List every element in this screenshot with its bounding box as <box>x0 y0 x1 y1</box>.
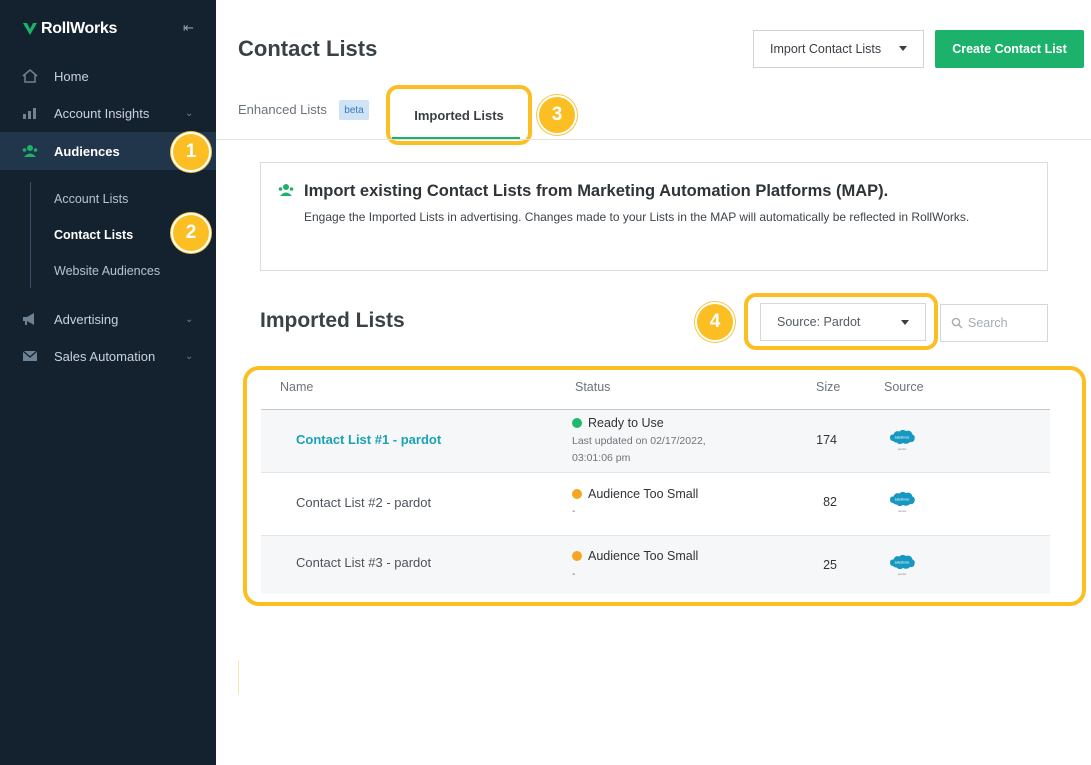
contact-list-link[interactable]: Contact List #1 - pardot <box>296 432 441 447</box>
import-label: Import Contact Lists <box>770 42 882 56</box>
source-dropdown[interactable]: Source: Pardot <box>760 303 926 341</box>
svg-text:pardot: pardot <box>898 447 907 451</box>
sidebar-subitem-website-audiences[interactable]: Website Audiences <box>54 264 160 278</box>
section-title: Imported Lists <box>260 309 405 332</box>
caret-down-icon <box>901 320 909 325</box>
sidebar-item-sales-automation[interactable]: Sales Automation ⌄ <box>0 337 216 375</box>
decorative-line <box>238 660 239 694</box>
logo-text: RollWorks <box>41 20 118 37</box>
import-contact-lists-button[interactable]: Import Contact Lists <box>753 30 924 68</box>
app: RollWorks ⇤ Home Account Insights ⌄ Audi… <box>0 0 1091 765</box>
beta-badge: beta <box>339 100 369 120</box>
callout-badge-2: 2 <box>171 213 211 253</box>
tabs-divider <box>216 139 1091 140</box>
status-text: Ready to Use <box>588 416 664 430</box>
sidebar-item-account-insights[interactable]: Account Insights ⌄ <box>0 94 216 132</box>
search-input[interactable]: Search <box>940 304 1048 342</box>
table-row[interactable]: Contact List #3 - pardot Audience Too Sm… <box>261 536 1050 594</box>
sidebar-item-label: Sales Automation <box>54 348 156 364</box>
status-badge: Audience Too Small <box>572 549 698 563</box>
callout-badge-4: 4 <box>695 302 735 342</box>
svg-text:salesforce: salesforce <box>895 561 910 565</box>
contact-list-name[interactable]: Contact List #2 - pardot <box>296 495 431 510</box>
sidebar-item-label: Home <box>54 68 89 84</box>
salesforce-pardot-icon: salesforce pardot <box>890 554 915 576</box>
megaphone-icon <box>22 312 38 326</box>
table-row[interactable]: Contact List #2 - pardot Audience Too Sm… <box>261 473 1050 535</box>
info-body: Engage the Imported Lists in advertising… <box>304 210 970 224</box>
info-heading: Import existing Contact Lists from Marke… <box>304 182 889 200</box>
svg-text:salesforce: salesforce <box>895 498 910 502</box>
sidebar: RollWorks ⇤ Home Account Insights ⌄ Audi… <box>0 0 216 765</box>
sidebar-subitem-account-lists[interactable]: Account Lists <box>54 192 128 206</box>
status-badge: Ready to Use <box>572 416 664 430</box>
rollworks-logo[interactable]: RollWorks <box>22 20 117 38</box>
info-banner: Import existing Contact Lists from Marke… <box>260 162 1048 271</box>
svg-text:salesforce: salesforce <box>895 436 910 440</box>
status-text: Audience Too Small <box>588 487 699 501</box>
status-dot-warning <box>572 489 582 499</box>
audiences-icon <box>22 144 38 158</box>
callout-badge-3: 3 <box>537 95 577 135</box>
audiences-icon <box>278 184 294 196</box>
tab-enhanced-lists[interactable]: Enhanced Lists <box>238 102 327 117</box>
status-dot-ready <box>572 418 582 428</box>
list-size: 25 <box>823 558 837 572</box>
callout-badge-1: 1 <box>171 132 211 172</box>
table-row[interactable]: Contact List #1 - pardot Ready to Use La… <box>261 410 1050 472</box>
mail-icon <box>22 349 38 363</box>
collapse-left-icon[interactable]: ⇤ <box>183 20 194 36</box>
salesforce-pardot-icon: salesforce pardot <box>890 429 915 451</box>
home-icon <box>22 69 38 83</box>
last-updated-time: 03:01:06 pm <box>572 452 631 464</box>
svg-text:pardot: pardot <box>898 509 907 513</box>
search-placeholder: Search <box>968 316 1008 330</box>
search-icon <box>951 317 963 329</box>
tab-imported-lists[interactable]: Imported Lists <box>386 85 532 145</box>
status-subtext: - <box>572 505 576 517</box>
chevron-down-icon: ⌄ <box>185 350 194 362</box>
sidebar-item-label: Advertising <box>54 311 119 327</box>
sidebar-item-label: Account Insights <box>54 105 150 121</box>
status-subtext: Last updated on 02/17/2022, 03:01:06 pm <box>572 433 706 467</box>
chevron-down-icon: ⌄ <box>185 313 194 325</box>
sidebar-item-advertising[interactable]: Advertising ⌄ <box>0 300 216 338</box>
status-badge: Audience Too Small <box>572 487 698 501</box>
sidebar-item-label: Audiences <box>54 143 120 159</box>
status-dot-warning <box>572 551 582 561</box>
rollworks-logo-icon <box>23 23 37 35</box>
caret-down-icon <box>899 46 907 51</box>
column-header-size[interactable]: Size <box>816 380 840 394</box>
status-text: Audience Too Small <box>588 549 699 563</box>
salesforce-pardot-icon: salesforce pardot <box>890 491 915 513</box>
chevron-down-icon: ⌄ <box>185 107 194 119</box>
last-updated-date: Last updated on 02/17/2022, <box>572 435 706 447</box>
create-contact-list-button[interactable]: Create Contact List <box>935 30 1084 68</box>
column-header-status[interactable]: Status <box>575 380 610 394</box>
contact-list-name[interactable]: Contact List #3 - pardot <box>296 555 431 570</box>
status-subtext: - <box>572 568 576 580</box>
list-size: 82 <box>823 495 837 509</box>
subnav-divider <box>30 182 31 288</box>
sidebar-item-home[interactable]: Home <box>0 57 216 95</box>
column-header-source[interactable]: Source <box>884 380 924 394</box>
tab-imported-label: Imported Lists <box>414 107 504 123</box>
source-value: Source: Pardot <box>777 315 861 329</box>
list-size: 174 <box>816 433 837 447</box>
svg-text:pardot: pardot <box>898 572 907 576</box>
column-header-name[interactable]: Name <box>280 380 313 394</box>
page-title: Contact Lists <box>238 36 378 61</box>
insights-icon <box>22 106 38 120</box>
sidebar-subitem-contact-lists[interactable]: Contact Lists <box>54 228 133 242</box>
